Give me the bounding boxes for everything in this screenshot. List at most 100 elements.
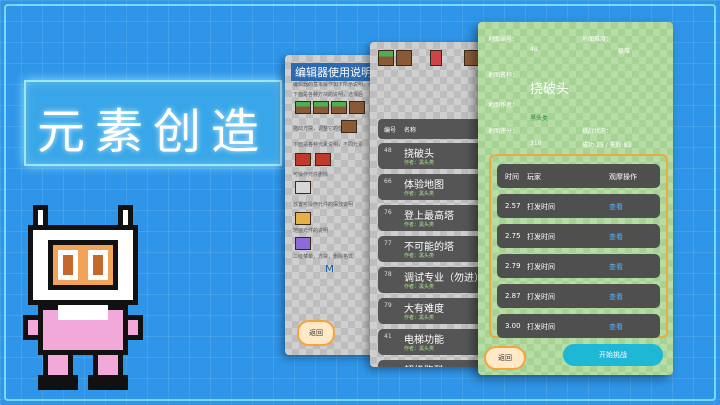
score-label: 地图评分： [488, 128, 519, 135]
dirt-tile-icon [349, 101, 365, 114]
map-row-name: 体验地图 [404, 180, 444, 191]
player-icon [378, 50, 394, 66]
view-record-link[interactable]: 查看 [609, 202, 623, 212]
box-icon [396, 50, 412, 66]
col-num: 编号 [384, 127, 397, 134]
help-title: 编辑器使用说明 [291, 63, 376, 81]
record-time: 2.57 [505, 202, 521, 210]
help-line: 二级菜单，方块，删除格式 [293, 254, 354, 260]
page-title: 元素创造 [36, 104, 269, 160]
map-list-panel: 编号 名称 48 挠破头 作者：黑头类 66 体验地图 作者：黑头类 76 登上最高塔 作者：黑… [370, 42, 490, 367]
record-row: 2.75 打发时间 查看 [497, 224, 660, 248]
author-value: 黑头类 [530, 115, 549, 122]
record-list: 时间 玩家 观摩操作 2.57 打发时间 查看 2.75 打发时间 查看 2.79 打发时间查… [489, 154, 668, 338]
map-row-num: 66 [384, 178, 392, 185]
map-row-num: 76 [384, 209, 392, 216]
col-time: 时间 [505, 173, 519, 181]
crate-tile-icon [341, 120, 357, 133]
map-row[interactable]: 79 大有难度 作者：黑头类 [378, 298, 486, 324]
portal-tile-icon [295, 237, 311, 250]
coin-tile-icon [295, 212, 311, 225]
record-player: 打发时间 [527, 233, 555, 241]
view-record-link[interactable]: 查看 [609, 292, 623, 302]
map-row-num: 48 [384, 147, 392, 154]
diff-label: 地图难度： [582, 36, 613, 43]
view-record-link[interactable]: 查看 [609, 322, 623, 332]
m-logo-icon: ᴍ [325, 261, 335, 275]
map-row-name: 大有难度 [404, 304, 444, 315]
map-no-label: 地图编号： [488, 36, 519, 43]
record-row: 2.79 打发时间 查看 [497, 254, 660, 278]
map-no-value: 48 [530, 46, 538, 53]
flag-icon [430, 50, 442, 66]
record-time: 3.00 [505, 322, 521, 330]
map-row-author: 作者：黑头类 [404, 160, 435, 166]
map-row-name: 登上最高塔 [404, 211, 454, 222]
map-row[interactable]: 48 挠破头 作者：黑头类 [378, 143, 486, 169]
help-line: 地面元件的说明 [293, 228, 329, 234]
map-row-author: 作者：黑头类 [404, 315, 435, 321]
map-row-author: 作者：黑头类 [404, 253, 435, 259]
title-banner: 元素创造 [24, 80, 282, 166]
grass-tile-icon [313, 101, 329, 114]
map-row-author: 作者：黑头类 [404, 284, 435, 290]
map-row-author: 作者：黑头类 [404, 346, 435, 352]
record-player: 打发时间 [527, 323, 555, 331]
help-back-button[interactable]: 返回 [297, 320, 335, 346]
detail-back-button[interactable]: 返回 [484, 346, 526, 370]
help-line: 下面是各种元素说明，不同元素 [293, 142, 364, 148]
record-header: 时间 玩家 观摩操作 [497, 164, 660, 188]
map-row[interactable]: 超级跑酷 [378, 360, 486, 367]
grass-tile-icon [295, 101, 311, 114]
record-time: 2.75 [505, 232, 521, 240]
list-header: 编号 名称 [378, 119, 486, 139]
map-row-name: 调试专业（勿进） [404, 273, 484, 284]
record-row: 2.87 打发时间 查看 [497, 284, 660, 308]
sign-tile-icon [295, 153, 311, 166]
map-detail-panel: 地图编号： 地图难度： 48 极难 地图名称： 挠破头 地图作者： 黑头类 地图… [478, 22, 673, 375]
map-row[interactable]: 66 体验地图 作者：黑头类 [378, 174, 486, 200]
map-row-num: 78 [384, 271, 392, 278]
record-player: 打发时间 [527, 293, 555, 301]
map-row-num: 79 [384, 302, 392, 309]
map-row[interactable]: 41 电梯功能 作者：黑头类 [378, 329, 486, 355]
help-line: 下面是各种方块的说明，选择后 [293, 92, 364, 98]
map-name: 挠破头 [530, 82, 570, 97]
map-row-name: 超级跑酷 [404, 362, 444, 367]
map-row[interactable]: 77 不可能的塔 作者：黑头类 [378, 236, 486, 262]
author-label: 地图作者： [488, 102, 519, 109]
challenge-label: 挑战状况： [582, 128, 613, 135]
map-row[interactable]: 76 登上最高塔 作者：黑头类 [378, 205, 486, 231]
map-row-author: 作者：黑头类 [404, 222, 435, 228]
col-player: 玩家 [527, 173, 541, 181]
chip-tile-icon [295, 181, 311, 194]
map-row-name: 不可能的塔 [404, 242, 454, 253]
mascot-image [23, 205, 143, 390]
record-player: 打发时间 [527, 263, 555, 271]
grass-tile-icon [331, 101, 347, 114]
view-record-link[interactable]: 查看 [609, 262, 623, 272]
map-row-num: 41 [384, 333, 392, 340]
record-row: 3.00 打发时间 查看 [497, 314, 660, 338]
record-time: 2.79 [505, 262, 521, 270]
col-name: 名称 [404, 127, 417, 134]
help-line: 可操作元件删除 [293, 172, 329, 178]
col-action: 观摩操作 [609, 173, 637, 181]
record-row: 2.57 打发时间 查看 [497, 194, 660, 218]
score-value: 318 [530, 140, 542, 147]
map-row-name: 电梯功能 [404, 335, 444, 346]
map-row-name: 挠破头 [404, 149, 434, 160]
name-label: 地图名称： [488, 72, 519, 79]
challenge-value: 成功:25 / 失败:83 [582, 142, 632, 149]
diff-value: 极难 [618, 48, 631, 55]
help-line: 放置可操作元件的摆放说明 [293, 202, 354, 208]
view-record-link[interactable]: 查看 [609, 232, 623, 242]
start-challenge-button[interactable]: 开始挑战 [563, 344, 663, 366]
record-player: 打发时间 [527, 203, 555, 211]
map-row[interactable]: 78 调试专业（勿进） 作者：黑头类 [378, 267, 486, 293]
record-time: 2.87 [505, 292, 521, 300]
help-line: 拖动方块，调整它的位置 [293, 126, 349, 132]
map-row-author: 作者：黑头类 [404, 191, 435, 197]
help-line: 编辑器的基本操作如下所示说明，请 [293, 82, 374, 88]
sign-tile-icon [315, 153, 331, 166]
